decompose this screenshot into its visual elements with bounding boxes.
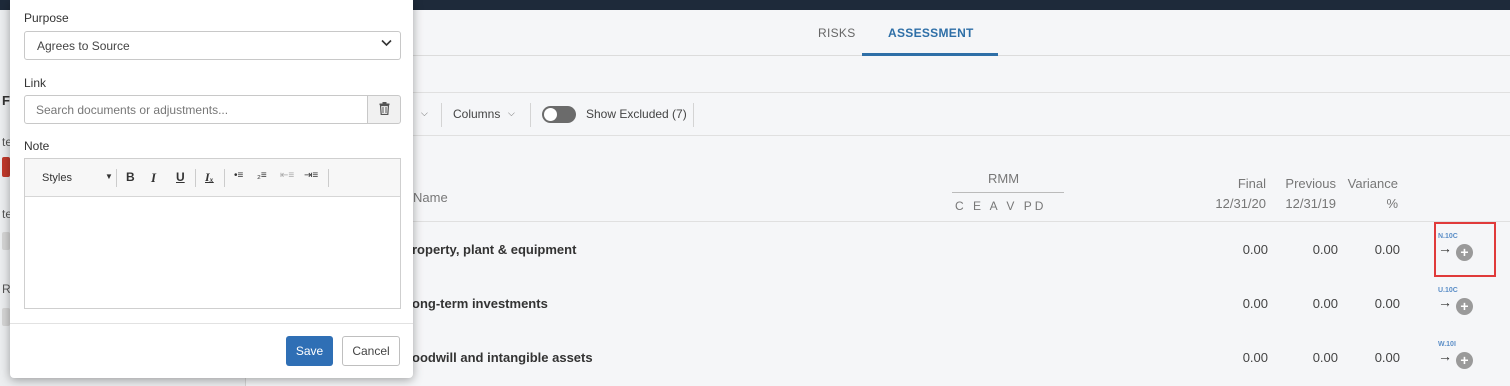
column-header-variance-unit: % — [1386, 196, 1398, 211]
add-circle-icon[interactable]: + — [1456, 298, 1473, 315]
toolbar-divider — [195, 169, 196, 187]
tag-chip[interactable] — [2, 308, 10, 326]
toolbar-divider — [116, 169, 117, 187]
main-content: RISKS ASSESSMENT ⌵ Columns ⌵ Show Exclud… — [246, 10, 1510, 386]
note-editor-body[interactable] — [25, 197, 400, 308]
toolbar-divider — [530, 103, 531, 127]
left-panel-heading: F — [2, 93, 10, 108]
purpose-select-value: Agrees to Source — [37, 39, 130, 53]
toolbar-divider — [328, 169, 329, 187]
note-editor: Styles ▼ B I U Iₓ •≡ ₂≡ ⇤≡ ⇥≡ — [24, 158, 401, 309]
column-header-variance[interactable]: Variance — [1298, 176, 1398, 191]
tickmark-ref-code: W.10I — [1438, 341, 1456, 348]
column-header-rmm: RMM — [988, 171, 1020, 186]
row-final-value: 0.00 — [1242, 296, 1268, 311]
status-badge[interactable] — [2, 157, 10, 177]
tickmark-ref-code: U.10C — [1438, 287, 1458, 294]
editor-toolbar: Styles ▼ B I U Iₓ •≡ ₂≡ ⇤≡ ⇥≡ — [25, 159, 400, 197]
toolbar-divider — [224, 169, 225, 187]
italic-icon[interactable]: I — [151, 170, 156, 186]
highlight-box — [1434, 222, 1496, 277]
trash-icon — [379, 101, 390, 118]
columns-dropdown[interactable]: Columns — [453, 107, 500, 121]
bold-icon[interactable]: B — [126, 170, 135, 184]
purpose-select[interactable]: Agrees to Source — [24, 31, 401, 60]
chevron-down-icon[interactable]: ▼ — [105, 172, 113, 181]
active-tab-indicator — [862, 53, 998, 56]
indent-icon[interactable]: ⇥≡ — [304, 170, 318, 181]
row-name[interactable]: oodwill and intangible assets — [412, 350, 593, 365]
toolbar-divider — [693, 103, 694, 127]
toolbar-divider — [441, 103, 442, 127]
styles-dropdown[interactable]: Styles — [42, 172, 72, 184]
bulleted-list-icon[interactable]: •≡ — [234, 170, 243, 181]
show-excluded-toggle[interactable] — [542, 106, 576, 123]
show-excluded-label: Show Excluded (7) — [586, 107, 687, 121]
tab-risks[interactable]: RISKS — [818, 26, 856, 40]
numbered-list-icon[interactable]: ₂≡ — [257, 170, 267, 181]
add-circle-icon[interactable]: + — [1456, 352, 1473, 369]
row-variance-value: 0.00 — [1374, 296, 1400, 311]
clear-link-button[interactable] — [367, 95, 401, 124]
link-label: Link — [24, 76, 47, 90]
table-toolbar: ⌵ Columns ⌵ Show Excluded (7) — [246, 92, 1510, 136]
row-variance-value: 0.00 — [1374, 242, 1400, 257]
table-row[interactable]: ong-term investments 0.00 0.00 0.00 U.10… — [246, 276, 1510, 330]
underline-icon[interactable]: U — [176, 170, 185, 184]
table-row[interactable]: oodwill and intangible assets 0.00 0.00 … — [246, 330, 1510, 384]
row-final-value: 0.00 — [1242, 350, 1268, 365]
row-final-value: 0.00 — [1242, 242, 1268, 257]
column-header-name[interactable]: Name — [413, 190, 448, 205]
purpose-label: Purpose — [24, 11, 69, 25]
arrow-right-icon[interactable]: → — [1438, 294, 1452, 310]
chevron-down-icon[interactable]: ⌵ — [508, 108, 515, 119]
save-button[interactable]: Save — [286, 336, 333, 366]
tag-chip[interactable] — [2, 232, 10, 250]
outdent-icon[interactable]: ⇤≡ — [280, 170, 294, 181]
link-search-input[interactable] — [24, 95, 368, 124]
remove-format-icon[interactable]: Iₓ — [205, 170, 214, 185]
row-name[interactable]: ong-term investments — [412, 296, 548, 311]
table-row[interactable]: roperty, plant & equipment 0.00 0.00 0.0… — [246, 222, 1510, 276]
tickmark-modal: Purpose Agrees to Source Link Note Style… — [10, 0, 413, 378]
toggle-knob — [544, 108, 557, 121]
cancel-button[interactable]: Cancel — [342, 336, 400, 366]
tab-assessment[interactable]: ASSESSMENT — [888, 26, 974, 40]
chevron-down-icon — [381, 39, 392, 50]
row-variance-value: 0.00 — [1374, 350, 1400, 365]
rmm-divider — [952, 192, 1064, 193]
note-label: Note — [24, 139, 50, 153]
arrow-right-icon[interactable]: → — [1438, 348, 1452, 364]
chevron-down-icon[interactable]: ⌵ — [421, 108, 428, 119]
tab-bar: RISKS ASSESSMENT — [246, 10, 1510, 56]
modal-footer-divider — [10, 323, 413, 324]
row-name[interactable]: roperty, plant & equipment — [412, 242, 576, 257]
column-header-rmm-sub: C E A V PD — [955, 199, 1047, 213]
